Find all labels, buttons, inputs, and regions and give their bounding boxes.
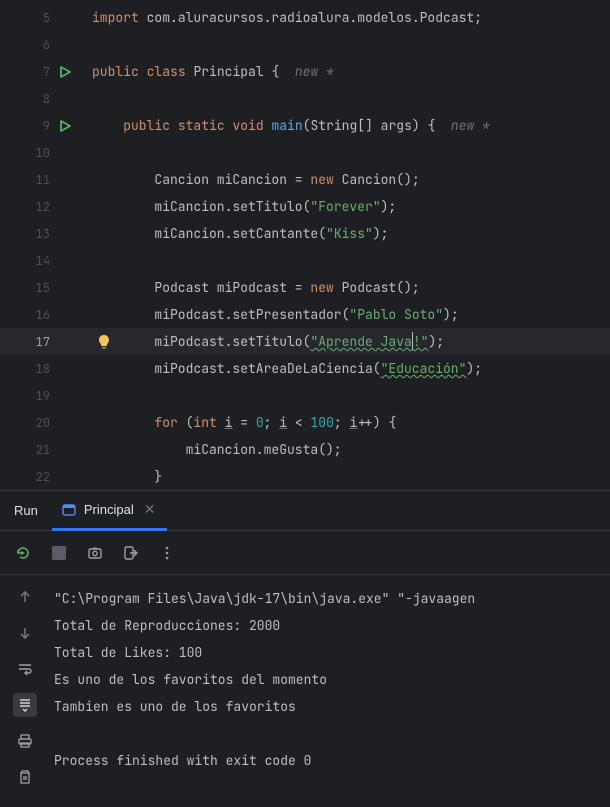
clear-all-icon[interactable] — [13, 765, 37, 789]
run-tool-window-title: Run — [14, 503, 38, 518]
run-gutter-icon[interactable] — [58, 119, 72, 133]
gutter-row[interactable]: 6 — [0, 31, 78, 58]
gutter-row[interactable]: 17 — [0, 328, 78, 355]
close-tab-icon[interactable]: ✕ — [142, 499, 158, 520]
gutter-row[interactable]: 7 — [0, 58, 78, 85]
gutter-row[interactable]: 14 — [0, 247, 78, 274]
gutter-row[interactable]: 5 — [0, 4, 78, 31]
editor-gutter: 5 6 7 8 9 10 11 12 13 14 15 16 17 18 19 — [0, 0, 78, 490]
gutter-row[interactable]: 8 — [0, 85, 78, 112]
console-output[interactable]: "C:\Program Files\Java\jdk-17\bin\java.e… — [50, 575, 610, 807]
gutter-row[interactable]: 19 — [0, 382, 78, 409]
gutter-row[interactable]: 22 — [0, 463, 78, 490]
more-icon[interactable] — [158, 544, 176, 562]
terminal-icon — [62, 503, 76, 517]
scroll-to-end-icon[interactable] — [13, 693, 37, 717]
caret — [412, 332, 413, 350]
gutter-row[interactable]: 15 — [0, 274, 78, 301]
up-stacktrace-icon[interactable] — [13, 585, 37, 609]
screenshot-icon[interactable] — [86, 544, 104, 562]
stop-icon[interactable] — [50, 544, 68, 562]
run-config-tab[interactable]: Principal ✕ — [52, 491, 168, 531]
run-panel: Run Principal ✕ — [0, 490, 610, 807]
gutter-row[interactable]: 10 — [0, 139, 78, 166]
console-side-toolbar — [0, 575, 50, 807]
rerun-icon[interactable] — [14, 544, 32, 562]
exit-icon[interactable] — [122, 544, 140, 562]
code-area[interactable]: import com.aluracursos.radioalura.modelo… — [78, 0, 610, 490]
editor-pane: 5 6 7 8 9 10 11 12 13 14 15 16 17 18 19 — [0, 0, 610, 490]
gutter-row[interactable]: 13 — [0, 220, 78, 247]
gutter-row[interactable]: 21 — [0, 436, 78, 463]
soft-wrap-icon[interactable] — [13, 657, 37, 681]
run-body: "C:\Program Files\Java\jdk-17\bin\java.e… — [0, 575, 610, 807]
gutter-row[interactable]: 18 — [0, 355, 78, 382]
gutter-row[interactable]: 16 — [0, 301, 78, 328]
intention-bulb-icon[interactable] — [96, 334, 112, 350]
run-tab-label: Principal — [84, 502, 134, 517]
gutter-row[interactable]: 11 — [0, 166, 78, 193]
gutter-row[interactable]: 20 — [0, 409, 78, 436]
run-toolbar — [0, 531, 610, 575]
run-gutter-icon[interactable] — [58, 65, 72, 79]
gutter-row[interactable]: 9 — [0, 112, 78, 139]
run-panel-header: Run Principal ✕ — [0, 491, 610, 531]
print-icon[interactable] — [13, 729, 37, 753]
down-stacktrace-icon[interactable] — [13, 621, 37, 645]
gutter-row[interactable]: 12 — [0, 193, 78, 220]
